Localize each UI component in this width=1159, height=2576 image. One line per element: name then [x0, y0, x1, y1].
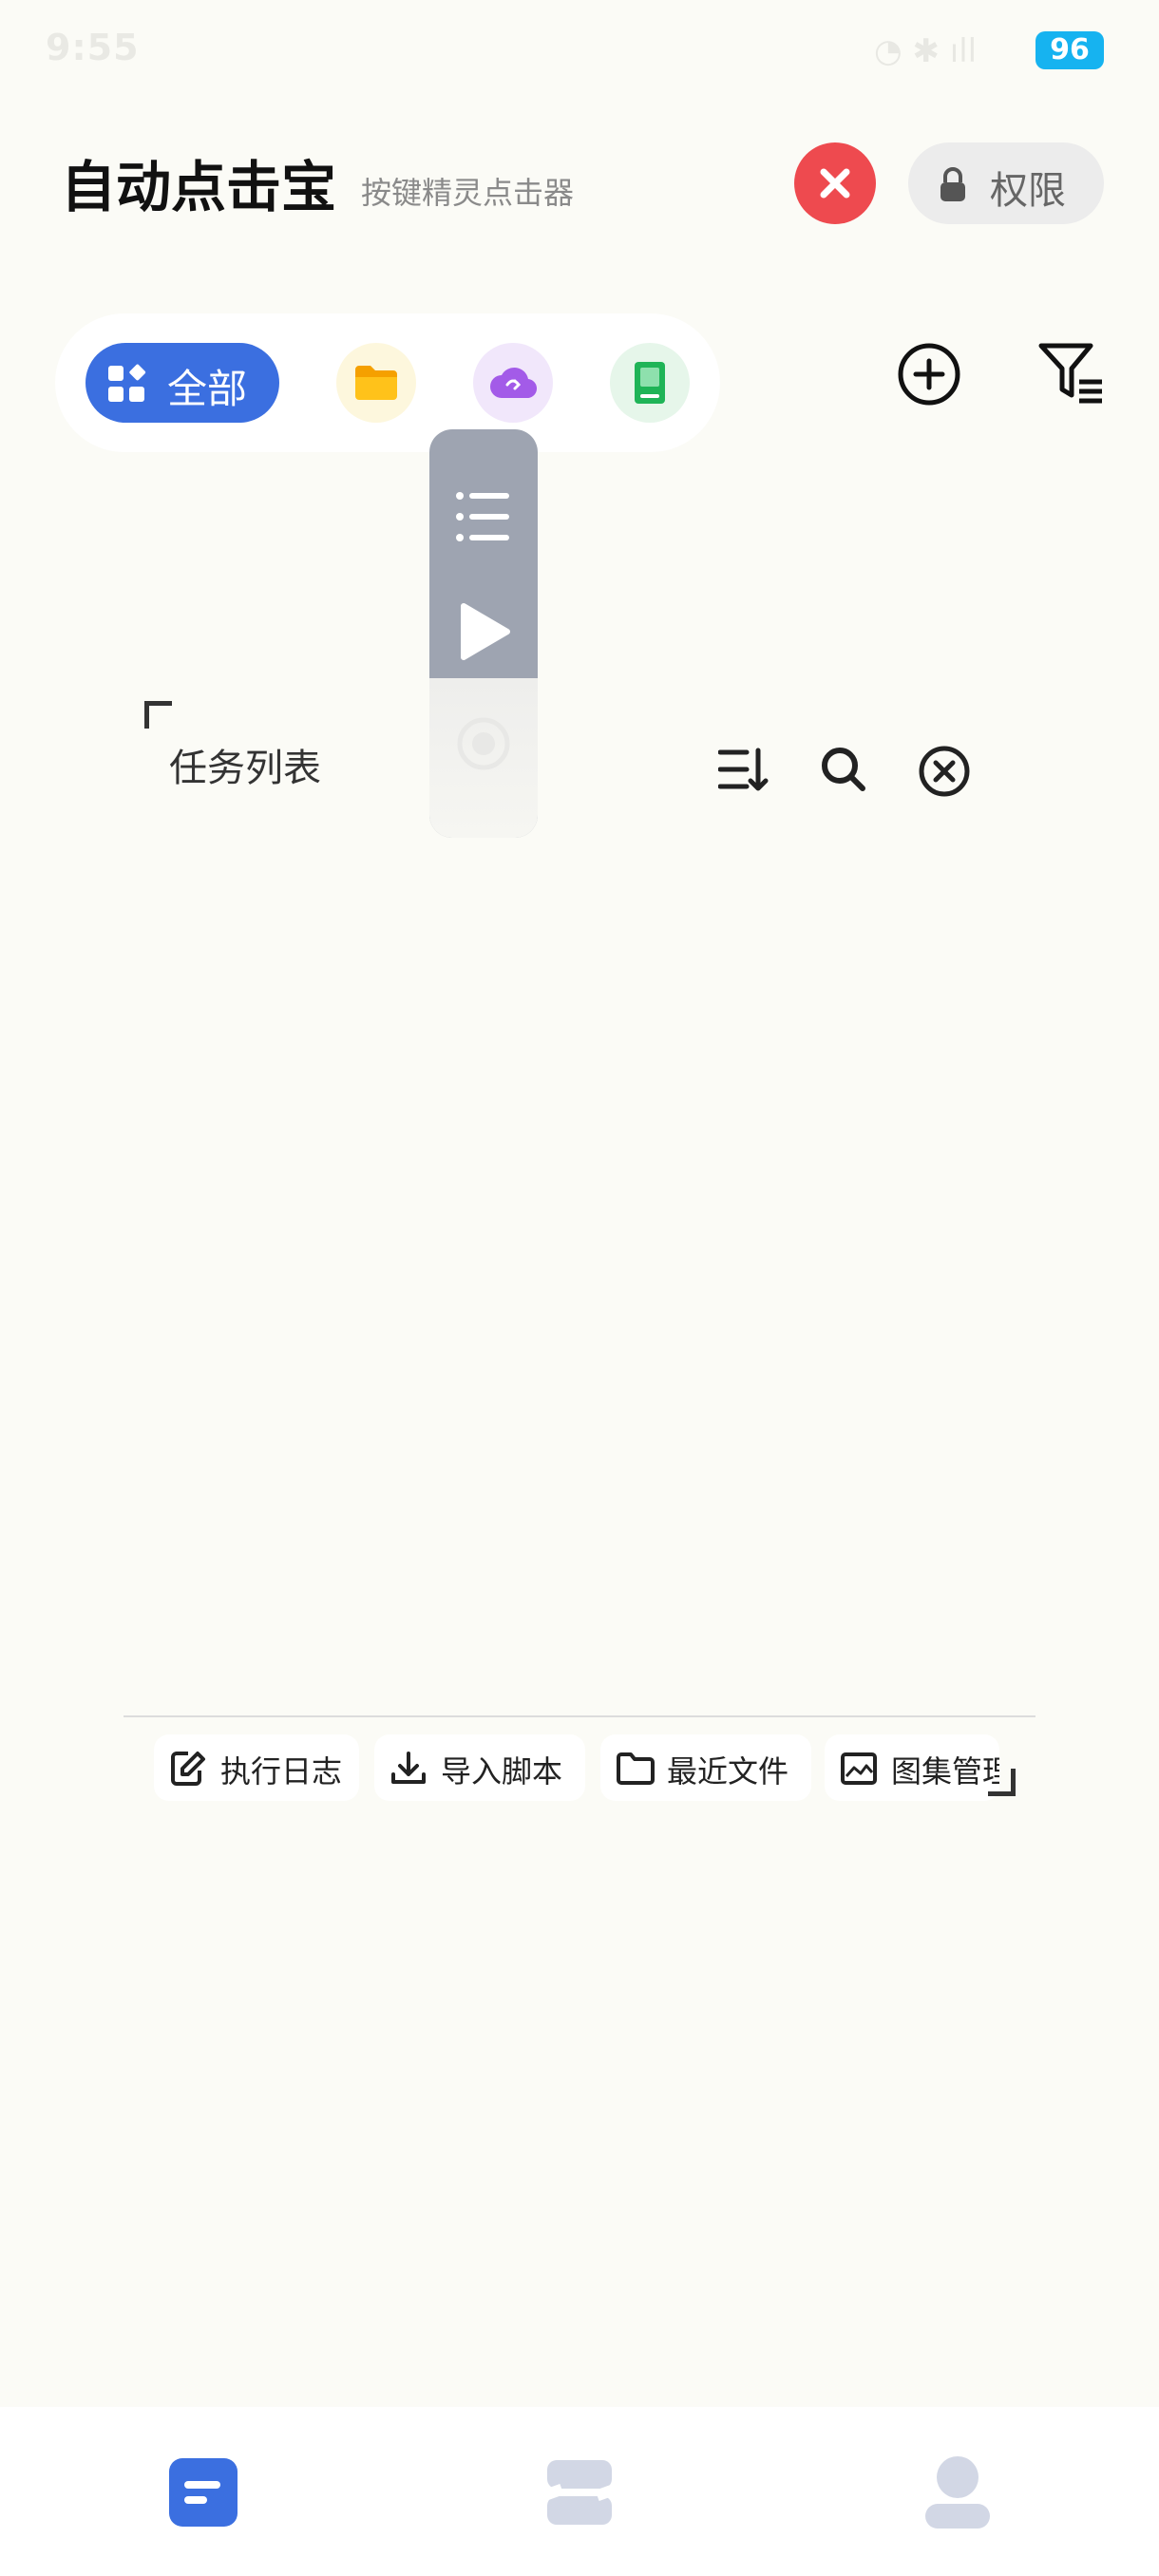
- filter-icon[interactable]: [1037, 340, 1106, 408]
- permission-button[interactable]: 权限: [908, 142, 1104, 224]
- play-icon[interactable]: [458, 602, 511, 661]
- divider: [124, 1715, 1036, 1717]
- floating-control-panel[interactable]: [429, 429, 538, 838]
- recent-files-label: 最近文件: [667, 1753, 789, 1790]
- folder-outline-icon: [617, 1752, 655, 1785]
- image-icon: [841, 1752, 877, 1785]
- close-button[interactable]: [794, 142, 876, 224]
- close-icon: [820, 168, 850, 199]
- import-script-button[interactable]: 导入脚本: [374, 1734, 585, 1801]
- execution-log-label: 执行日志: [220, 1753, 343, 1790]
- battery-badge: 96: [1036, 31, 1104, 69]
- folder-icon: [355, 366, 397, 400]
- task-list-title: 任务列表: [169, 747, 321, 790]
- category-all-tab[interactable]: 全部: [86, 343, 279, 423]
- category-folder-tab[interactable]: [336, 343, 416, 423]
- permission-label: 权限: [990, 169, 1066, 213]
- selection-corner-bottom-right: [988, 1769, 1016, 1796]
- nav-scripts-tab[interactable]: [542, 2454, 618, 2530]
- category-all-label: 全部: [167, 366, 248, 412]
- app-title: 自动点击宝: [61, 155, 337, 219]
- cloud-download-icon: [490, 367, 538, 399]
- user-icon: [925, 2456, 990, 2529]
- lock-icon: [940, 167, 965, 201]
- bottom-nav: [0, 2407, 1159, 2576]
- grid-icon: [108, 364, 146, 402]
- close-circle-icon[interactable]: [918, 745, 971, 798]
- sort-icon[interactable]: [718, 745, 770, 794]
- add-task-icon[interactable]: [895, 340, 963, 408]
- download-icon: [391, 1752, 426, 1784]
- search-icon[interactable]: [819, 745, 868, 794]
- nav-tasks-tab[interactable]: [165, 2454, 241, 2530]
- layers-icon: [542, 2460, 618, 2525]
- edit-note-icon: [171, 1752, 205, 1786]
- list-icon[interactable]: [454, 488, 513, 545]
- execution-log-button[interactable]: 执行日志: [154, 1734, 359, 1801]
- app-subtitle: 按键精灵点击器: [361, 175, 575, 211]
- import-script-label: 导入脚本: [441, 1753, 563, 1790]
- nav-profile-tab[interactable]: [920, 2454, 996, 2530]
- panel-fade: [429, 678, 538, 838]
- signal-icon: ◔ ✱ ıll: [874, 32, 978, 70]
- category-book-tab[interactable]: [610, 343, 690, 423]
- book-icon: [635, 362, 665, 404]
- record-icon: [457, 717, 510, 770]
- gallery-manage-button[interactable]: 图集管理: [825, 1734, 999, 1801]
- selection-corner-top-left: [144, 701, 172, 729]
- task-doc-icon: [169, 2458, 238, 2527]
- recent-files-button[interactable]: 最近文件: [600, 1734, 811, 1801]
- category-cloud-tab[interactable]: [473, 343, 553, 423]
- gallery-manage-label: 图集管理: [891, 1753, 999, 1790]
- status-time: 9:55: [46, 27, 140, 68]
